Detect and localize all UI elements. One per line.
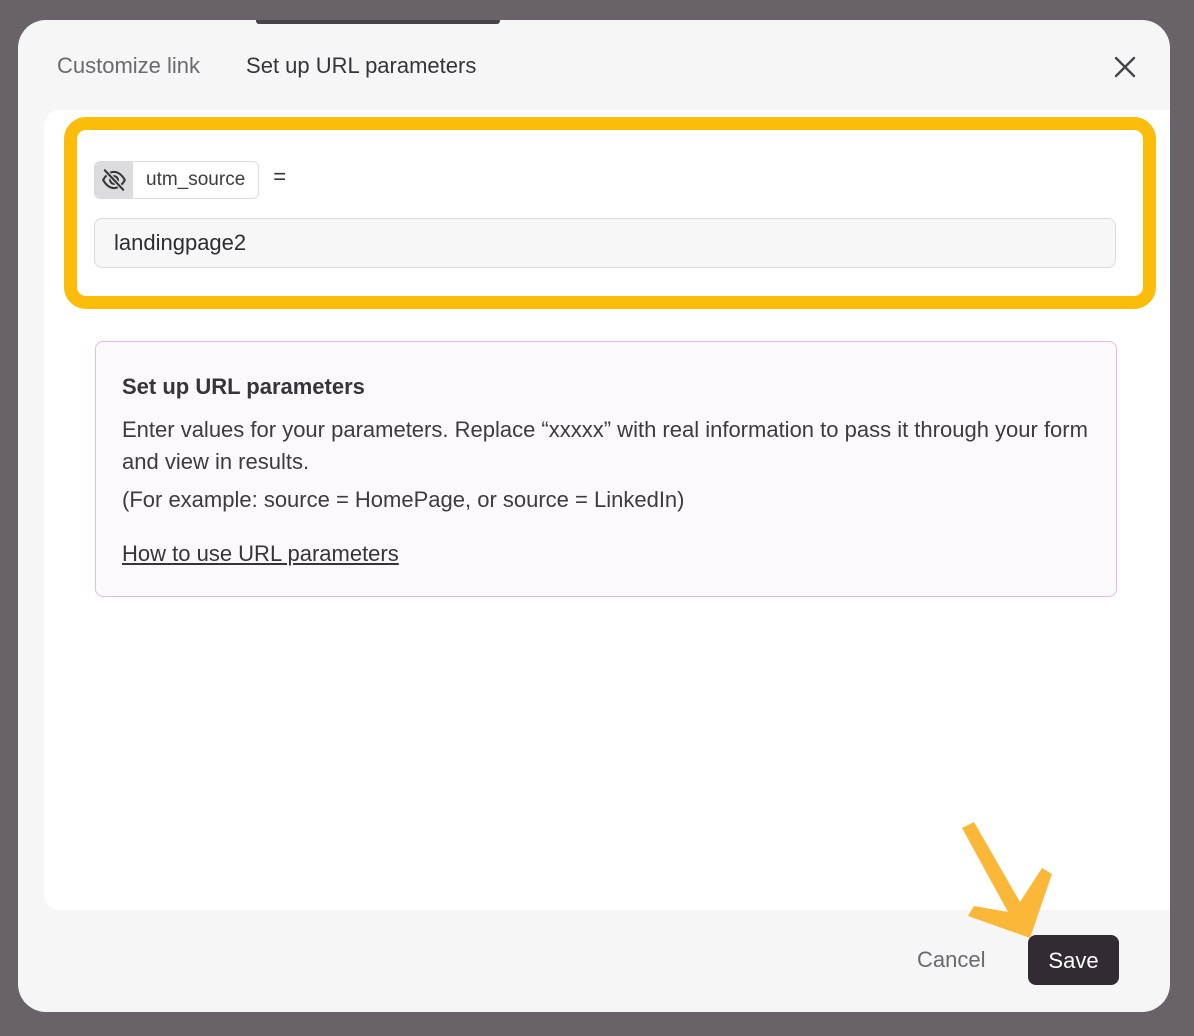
parameter-name: utm_source	[146, 169, 246, 190]
parameter-highlight: utm_source =	[64, 117, 1156, 309]
close-button[interactable]	[1108, 50, 1142, 84]
modal-tabs: Customize link Set up URL parameters	[57, 50, 476, 82]
parameter-value-input[interactable]	[94, 218, 1116, 268]
close-icon	[1114, 56, 1136, 78]
tab-customize-link[interactable]: Customize link	[57, 50, 200, 82]
active-tab-indicator	[256, 20, 500, 24]
equals-sign: =	[273, 164, 287, 189]
info-example: (For example: source = HomePage, or sour…	[122, 487, 685, 512]
info-box: Set up URL parameters Enter values for y…	[95, 341, 1117, 597]
url-parameters-modal: Customize link Set up URL parameters utm…	[18, 20, 1170, 1012]
info-title: Set up URL parameters	[122, 374, 365, 399]
cancel-button[interactable]: Cancel	[906, 935, 996, 985]
eye-off-icon	[101, 167, 127, 193]
tab-set-up-url-parameters[interactable]: Set up URL parameters	[246, 50, 476, 82]
parameter-row: utm_source =	[94, 161, 286, 199]
how-to-use-link[interactable]: How to use URL parameters	[122, 541, 399, 566]
visibility-toggle[interactable]	[95, 162, 133, 198]
info-body: Enter values for your parameters. Replac…	[122, 417, 1088, 474]
parameter-chip: utm_source	[94, 161, 260, 199]
save-button[interactable]: Save	[1028, 935, 1119, 985]
modal-content: utm_source = Set up URL parameters Enter…	[44, 110, 1170, 910]
